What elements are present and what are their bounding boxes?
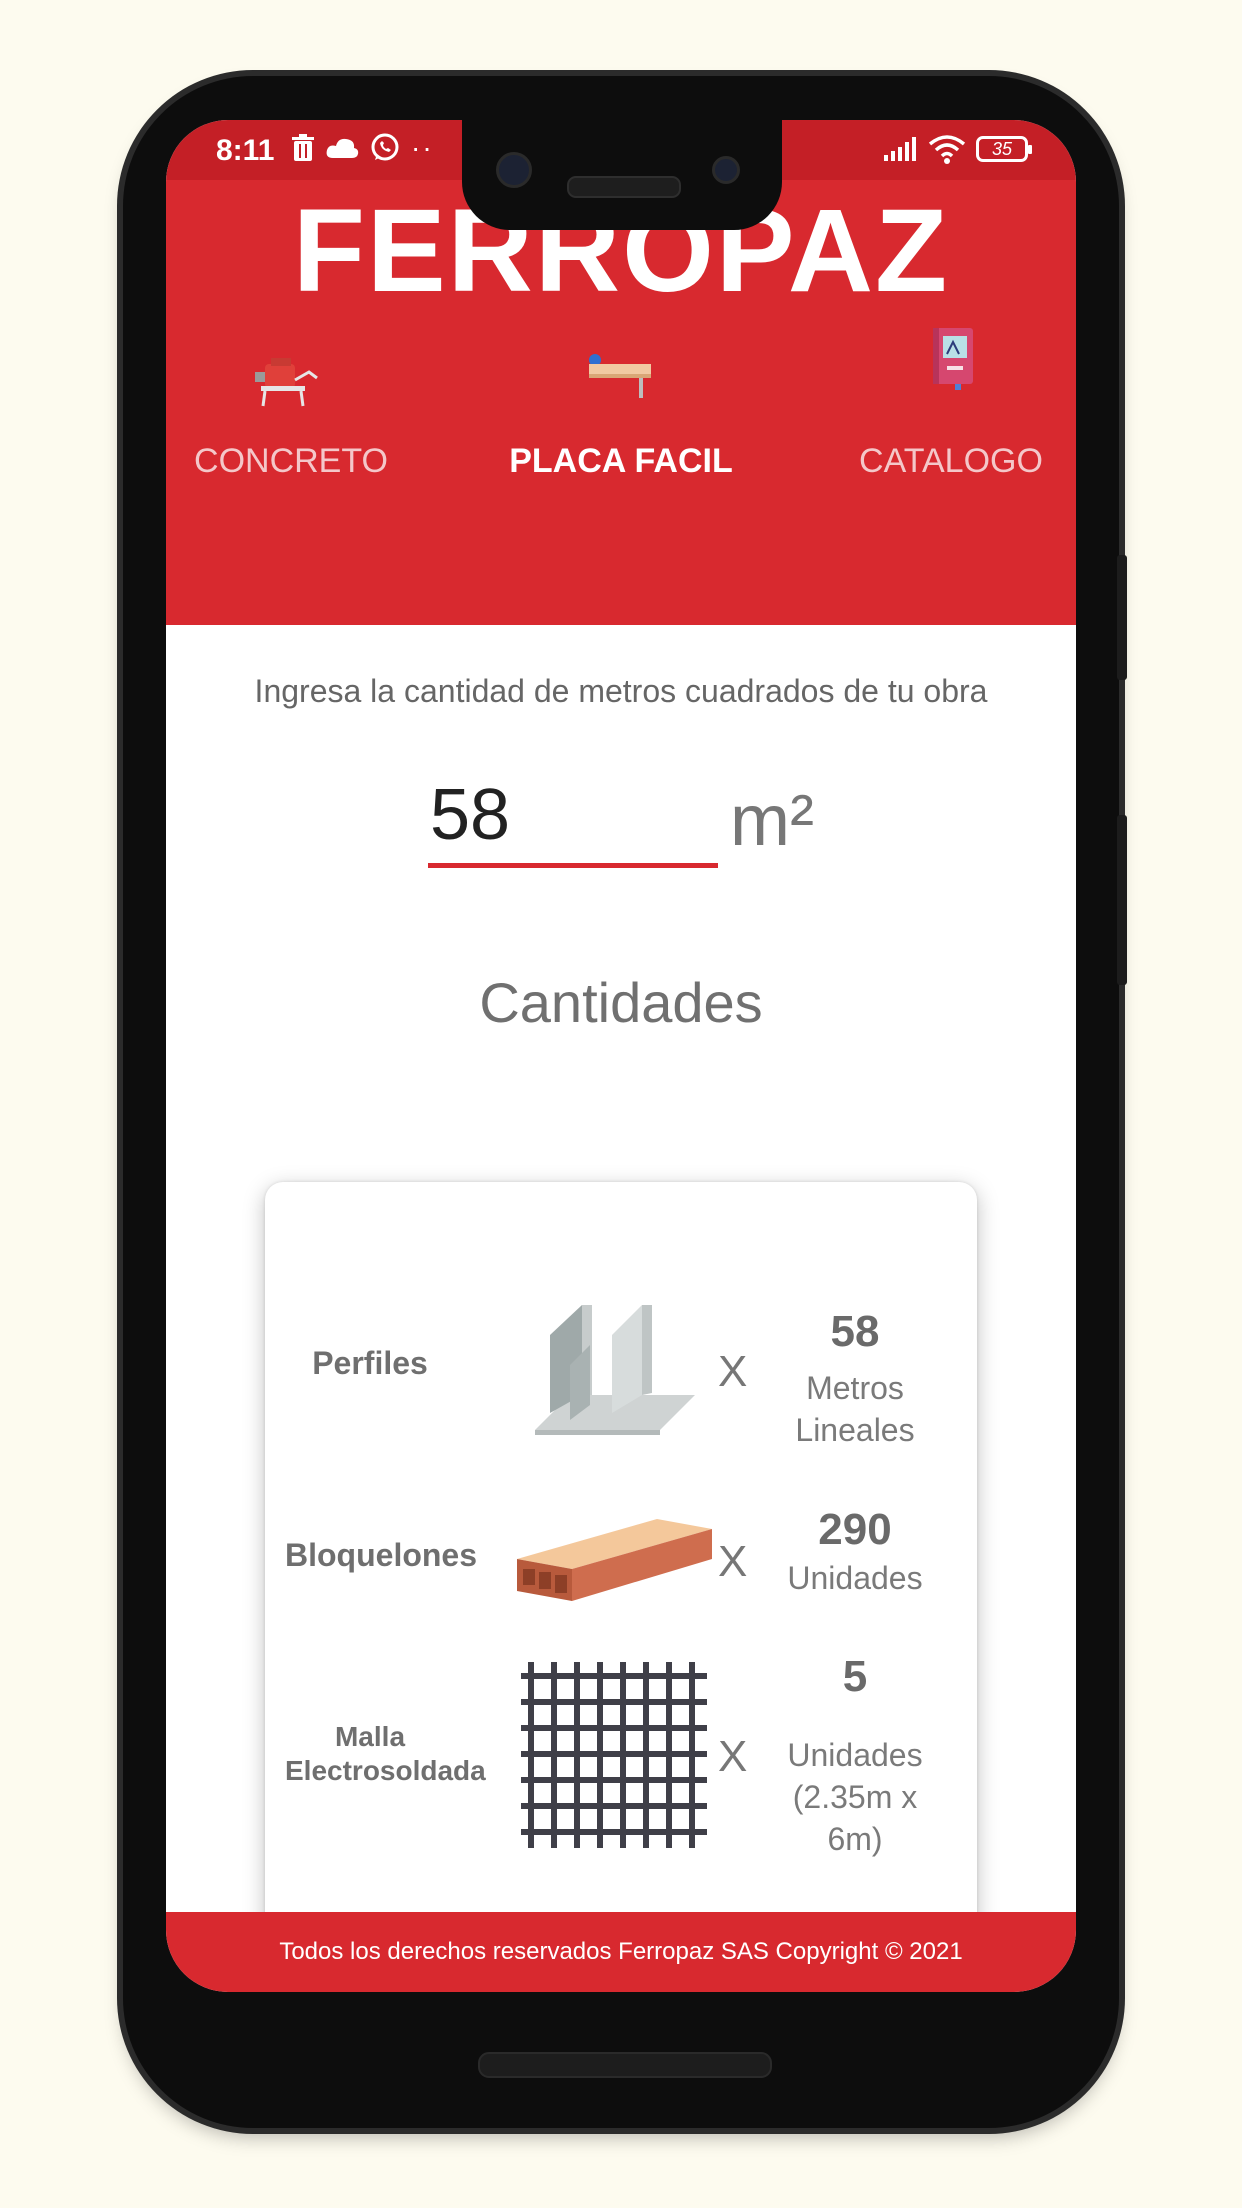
earpiece-speaker xyxy=(567,176,681,198)
wifi-icon xyxy=(928,135,966,164)
slab-icon xyxy=(589,354,651,398)
whatsapp-icon xyxy=(371,133,399,161)
footer: Todos los derechos reservados Ferropaz S… xyxy=(166,1912,1076,1992)
multiply-sign: X xyxy=(718,1347,748,1396)
volume-button xyxy=(1117,815,1127,985)
tab-catalogo[interactable]: CATALOGO xyxy=(826,328,1076,530)
front-camera xyxy=(496,152,532,188)
item-unit: Metros Lineales xyxy=(795,1370,915,1448)
quantity-row-bloquelones: Bloquelones X 290 Unidades xyxy=(265,1505,977,1617)
status-icons-left: ·· xyxy=(291,132,434,164)
multiply-sign: X xyxy=(718,1537,748,1586)
signal-icon xyxy=(884,137,916,161)
item-name: Perfiles xyxy=(312,1345,428,1381)
instruction-text: Ingresa la cantidad de metros cuadrados … xyxy=(254,673,988,709)
status-icons-right: 35 xyxy=(882,134,1032,164)
item-unit: Unidades xyxy=(787,1560,923,1596)
tab-bar: CONCRETO PLACA FACIL CATALOGO xyxy=(166,328,1076,530)
home-bar xyxy=(478,2052,772,2078)
app-screen: 8:11 ·· 35 FERROPAZ CONCRETO PLACA FACIL… xyxy=(166,120,1076,1992)
cloud-icon xyxy=(326,138,359,158)
concrete-mixer-icon xyxy=(255,358,318,407)
catalog-book-icon xyxy=(933,328,973,390)
more-icon: ·· xyxy=(411,132,434,163)
item-quantity: 5 xyxy=(842,1652,868,1701)
welded-mesh-icon xyxy=(521,1662,707,1848)
sensor xyxy=(712,156,740,184)
input-underline xyxy=(428,863,718,868)
section-title: Cantidades xyxy=(479,971,763,1034)
area-unit: m² xyxy=(730,781,814,861)
quantity-row-malla: Malla Electrosoldada X 5 Unidades (2.35m… xyxy=(265,1652,977,1857)
tab-concreto-label: CONCRETO xyxy=(194,442,388,480)
status-time: 8:11 xyxy=(216,134,275,167)
power-button xyxy=(1117,555,1127,680)
brick-block-icon xyxy=(517,1519,712,1601)
area-input[interactable] xyxy=(428,775,720,855)
tab-catalogo-label: CATALOGO xyxy=(859,442,1043,480)
item-unit: Unidades (2.35m x 6m) xyxy=(787,1737,923,1857)
tab-concreto[interactable]: CONCRETO xyxy=(166,330,416,530)
item-name: Malla Electrosoldada xyxy=(285,1721,486,1786)
item-quantity: 58 xyxy=(830,1307,880,1356)
battery-icon: 35 xyxy=(976,136,1032,162)
item-quantity: 290 xyxy=(818,1505,892,1554)
area-input-wrap xyxy=(428,775,720,868)
tab-placa-facil[interactable]: PLACA FACIL xyxy=(496,330,746,530)
trash-icon xyxy=(292,134,314,161)
battery-level: 35 xyxy=(991,139,1013,159)
multiply-sign: X xyxy=(718,1732,748,1781)
steel-profile-icon xyxy=(535,1305,695,1435)
item-name: Bloquelones xyxy=(285,1537,478,1573)
camera-notch xyxy=(462,120,782,230)
main-content: Ingresa la cantidad de metros cuadrados … xyxy=(166,625,1076,1992)
quantity-row-perfiles: Perfiles X 58 Metros Lineales xyxy=(265,1287,977,1448)
app-header: FERROPAZ CONCRETO PLACA FACIL CATALOGO xyxy=(166,180,1076,625)
quantities-card: Perfiles X 58 Metros Lineales Bloquelone… xyxy=(265,1182,977,1934)
tab-placa-facil-label: PLACA FACIL xyxy=(509,442,733,480)
